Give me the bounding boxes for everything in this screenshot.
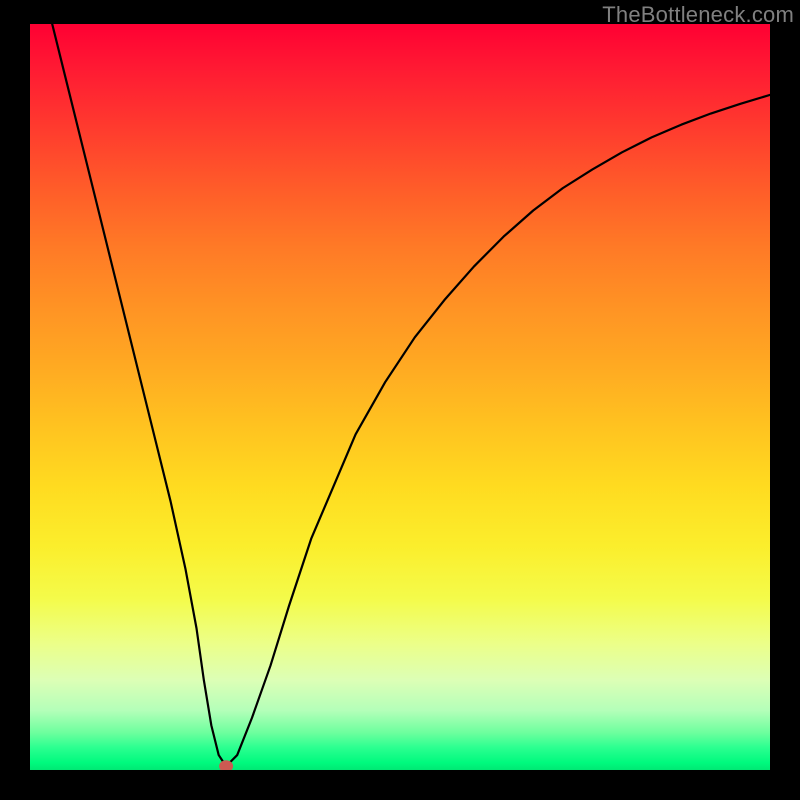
plot-area <box>30 24 770 770</box>
curve-svg <box>30 24 770 770</box>
chart-frame: TheBottleneck.com <box>0 0 800 800</box>
bottleneck-curve <box>52 24 770 766</box>
attribution-text: TheBottleneck.com <box>602 2 794 28</box>
